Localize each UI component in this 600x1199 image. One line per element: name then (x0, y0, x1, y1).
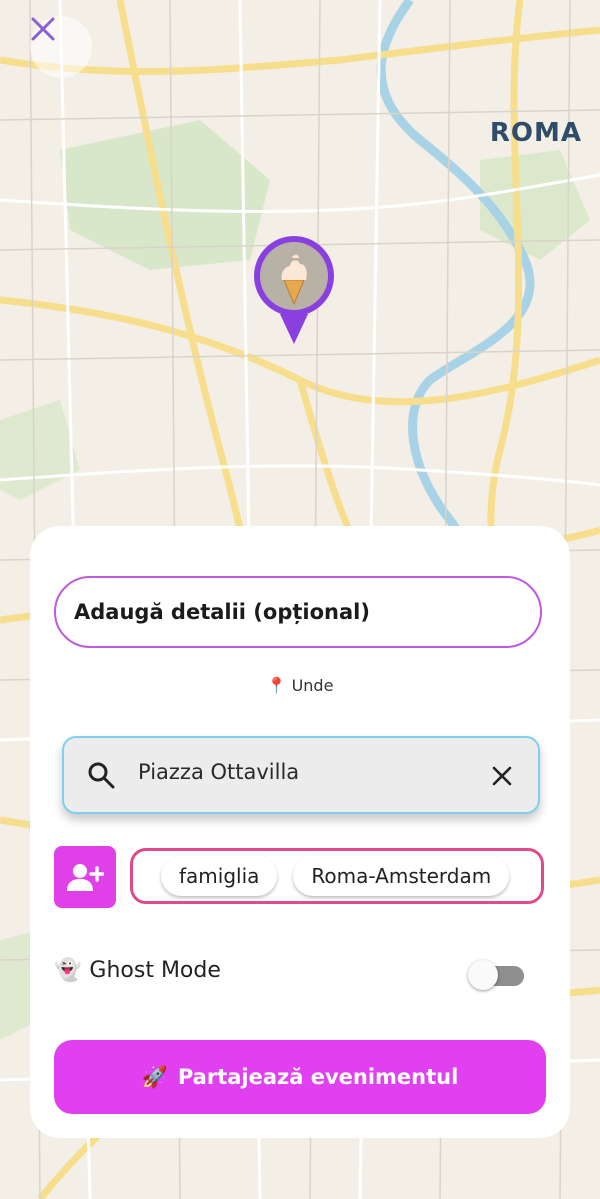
share-event-button[interactable]: 🚀 Partajează evenimentul (54, 1040, 546, 1114)
where-label: 📍 Unde (30, 676, 570, 695)
map-city-label: ROMA (489, 118, 582, 148)
ghost-mode-toggle[interactable] (468, 960, 526, 990)
close-button[interactable] (30, 16, 92, 78)
group-chip[interactable]: Roma-Amsterdam (293, 856, 510, 896)
search-icon (88, 762, 115, 789)
groups-selector: famiglia Roma-Amsterdam (130, 848, 544, 904)
details-input[interactable]: Adaugă detalii (opțional) (54, 576, 542, 648)
share-button-label: Partajează evenimentul (177, 1065, 459, 1089)
toggle-knob (468, 960, 498, 990)
close-icon (31, 17, 55, 41)
event-location-pin[interactable] (252, 236, 336, 346)
ghost-icon: 👻 (54, 958, 82, 983)
add-user-button[interactable] (54, 846, 116, 908)
map-pin-icon (254, 236, 334, 344)
rocket-icon: 🚀 (141, 1064, 168, 1089)
add-user-icon (67, 864, 104, 891)
ghost-mode-label: Ghost Mode (89, 958, 221, 983)
event-form-sheet: Adaugă detalii (opțional) 📍 Unde Piazza … (30, 526, 570, 1138)
where-label-text: Unde (291, 676, 334, 695)
location-pin-icon: 📍 (266, 676, 287, 695)
search-input-value: Piazza Ottavilla (138, 760, 300, 784)
clear-search-icon[interactable] (490, 764, 514, 788)
location-search-input[interactable]: Piazza Ottavilla (62, 736, 540, 814)
group-chip[interactable]: famiglia (161, 856, 278, 896)
ghost-mode-row: 👻 Ghost Mode (54, 958, 221, 983)
